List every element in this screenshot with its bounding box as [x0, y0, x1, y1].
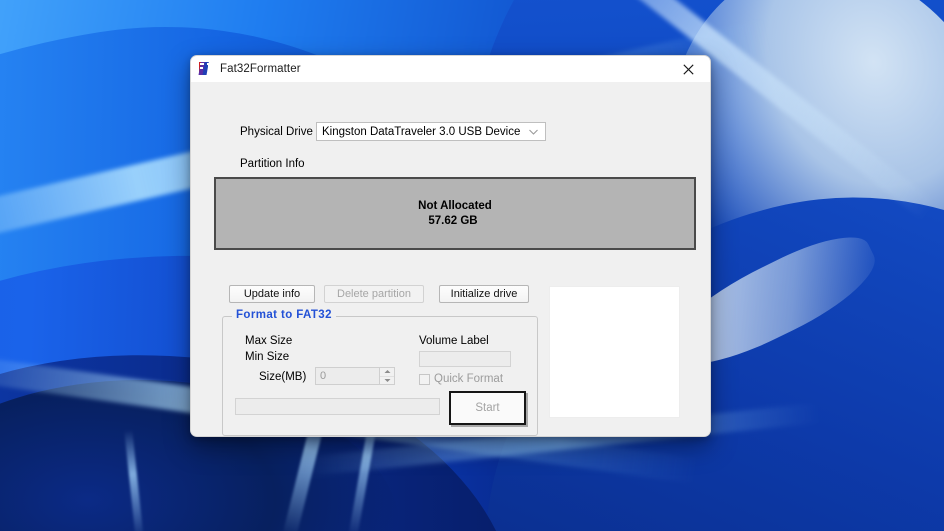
- fat32formatter-window: Fat32Formatter Physical Drive Kingston D…: [190, 55, 711, 437]
- update-info-button[interactable]: Update info: [229, 285, 315, 303]
- size-mb-input[interactable]: 0: [315, 367, 380, 385]
- physical-drive-select-value: Kingston DataTraveler 3.0 USB Device: [322, 125, 521, 138]
- min-size-label: Min Size: [245, 351, 290, 363]
- max-size-label: Max Size: [245, 335, 293, 347]
- desktop-background: Fat32Formatter Physical Drive Kingston D…: [0, 0, 944, 531]
- volume-label-input[interactable]: [419, 351, 511, 367]
- chevron-down-icon: [528, 126, 539, 137]
- quick-format-checkbox[interactable]: [419, 373, 430, 385]
- wallpaper-streak-3: [124, 429, 144, 531]
- update-info-button-label: Update info: [243, 288, 301, 300]
- log-output-panel[interactable]: [549, 286, 680, 418]
- format-to-fat32-group-title: Format to FAT32: [232, 309, 336, 321]
- spinner-down-icon[interactable]: [380, 377, 394, 385]
- fat32formatter-app-icon: [198, 61, 214, 77]
- initialize-drive-button-label: Initialize drive: [450, 288, 518, 300]
- window-client-area: Physical Drive Kingston DataTraveler 3.0…: [191, 82, 710, 436]
- start-button[interactable]: Start: [449, 391, 526, 425]
- partition-size: 57.62 GB: [428, 214, 478, 227]
- size-mb-stepper[interactable]: [380, 367, 395, 385]
- close-icon[interactable]: [666, 56, 710, 82]
- physical-drive-label: Physical Drive: [240, 126, 313, 138]
- size-mb-label: Size(MB): [259, 371, 307, 383]
- partition-map[interactable]: Not Allocated 57.62 GB: [214, 177, 696, 250]
- delete-partition-button-label: Delete partition: [337, 288, 411, 300]
- volume-label-label: Volume Label: [419, 335, 489, 347]
- quick-format-row[interactable]: Quick Format: [419, 373, 503, 385]
- quick-format-label: Quick Format: [434, 373, 504, 385]
- physical-drive-select[interactable]: Kingston DataTraveler 3.0 USB Device: [316, 122, 546, 141]
- initialize-drive-button[interactable]: Initialize drive: [439, 285, 529, 303]
- window-title: Fat32Formatter: [220, 63, 301, 75]
- partition-info-label: Partition Info: [240, 158, 305, 170]
- start-button-label: Start: [475, 402, 500, 414]
- partition-name: Not Allocated: [418, 199, 492, 212]
- size-mb-value: 0: [320, 370, 327, 382]
- spinner-up-icon[interactable]: [380, 368, 394, 377]
- format-progress-bar: [235, 398, 440, 415]
- format-to-fat32-group: Format to FAT32 Max Size Min Size Size(M…: [222, 309, 538, 436]
- delete-partition-button: Delete partition: [324, 285, 424, 303]
- title-bar[interactable]: Fat32Formatter: [191, 56, 710, 82]
